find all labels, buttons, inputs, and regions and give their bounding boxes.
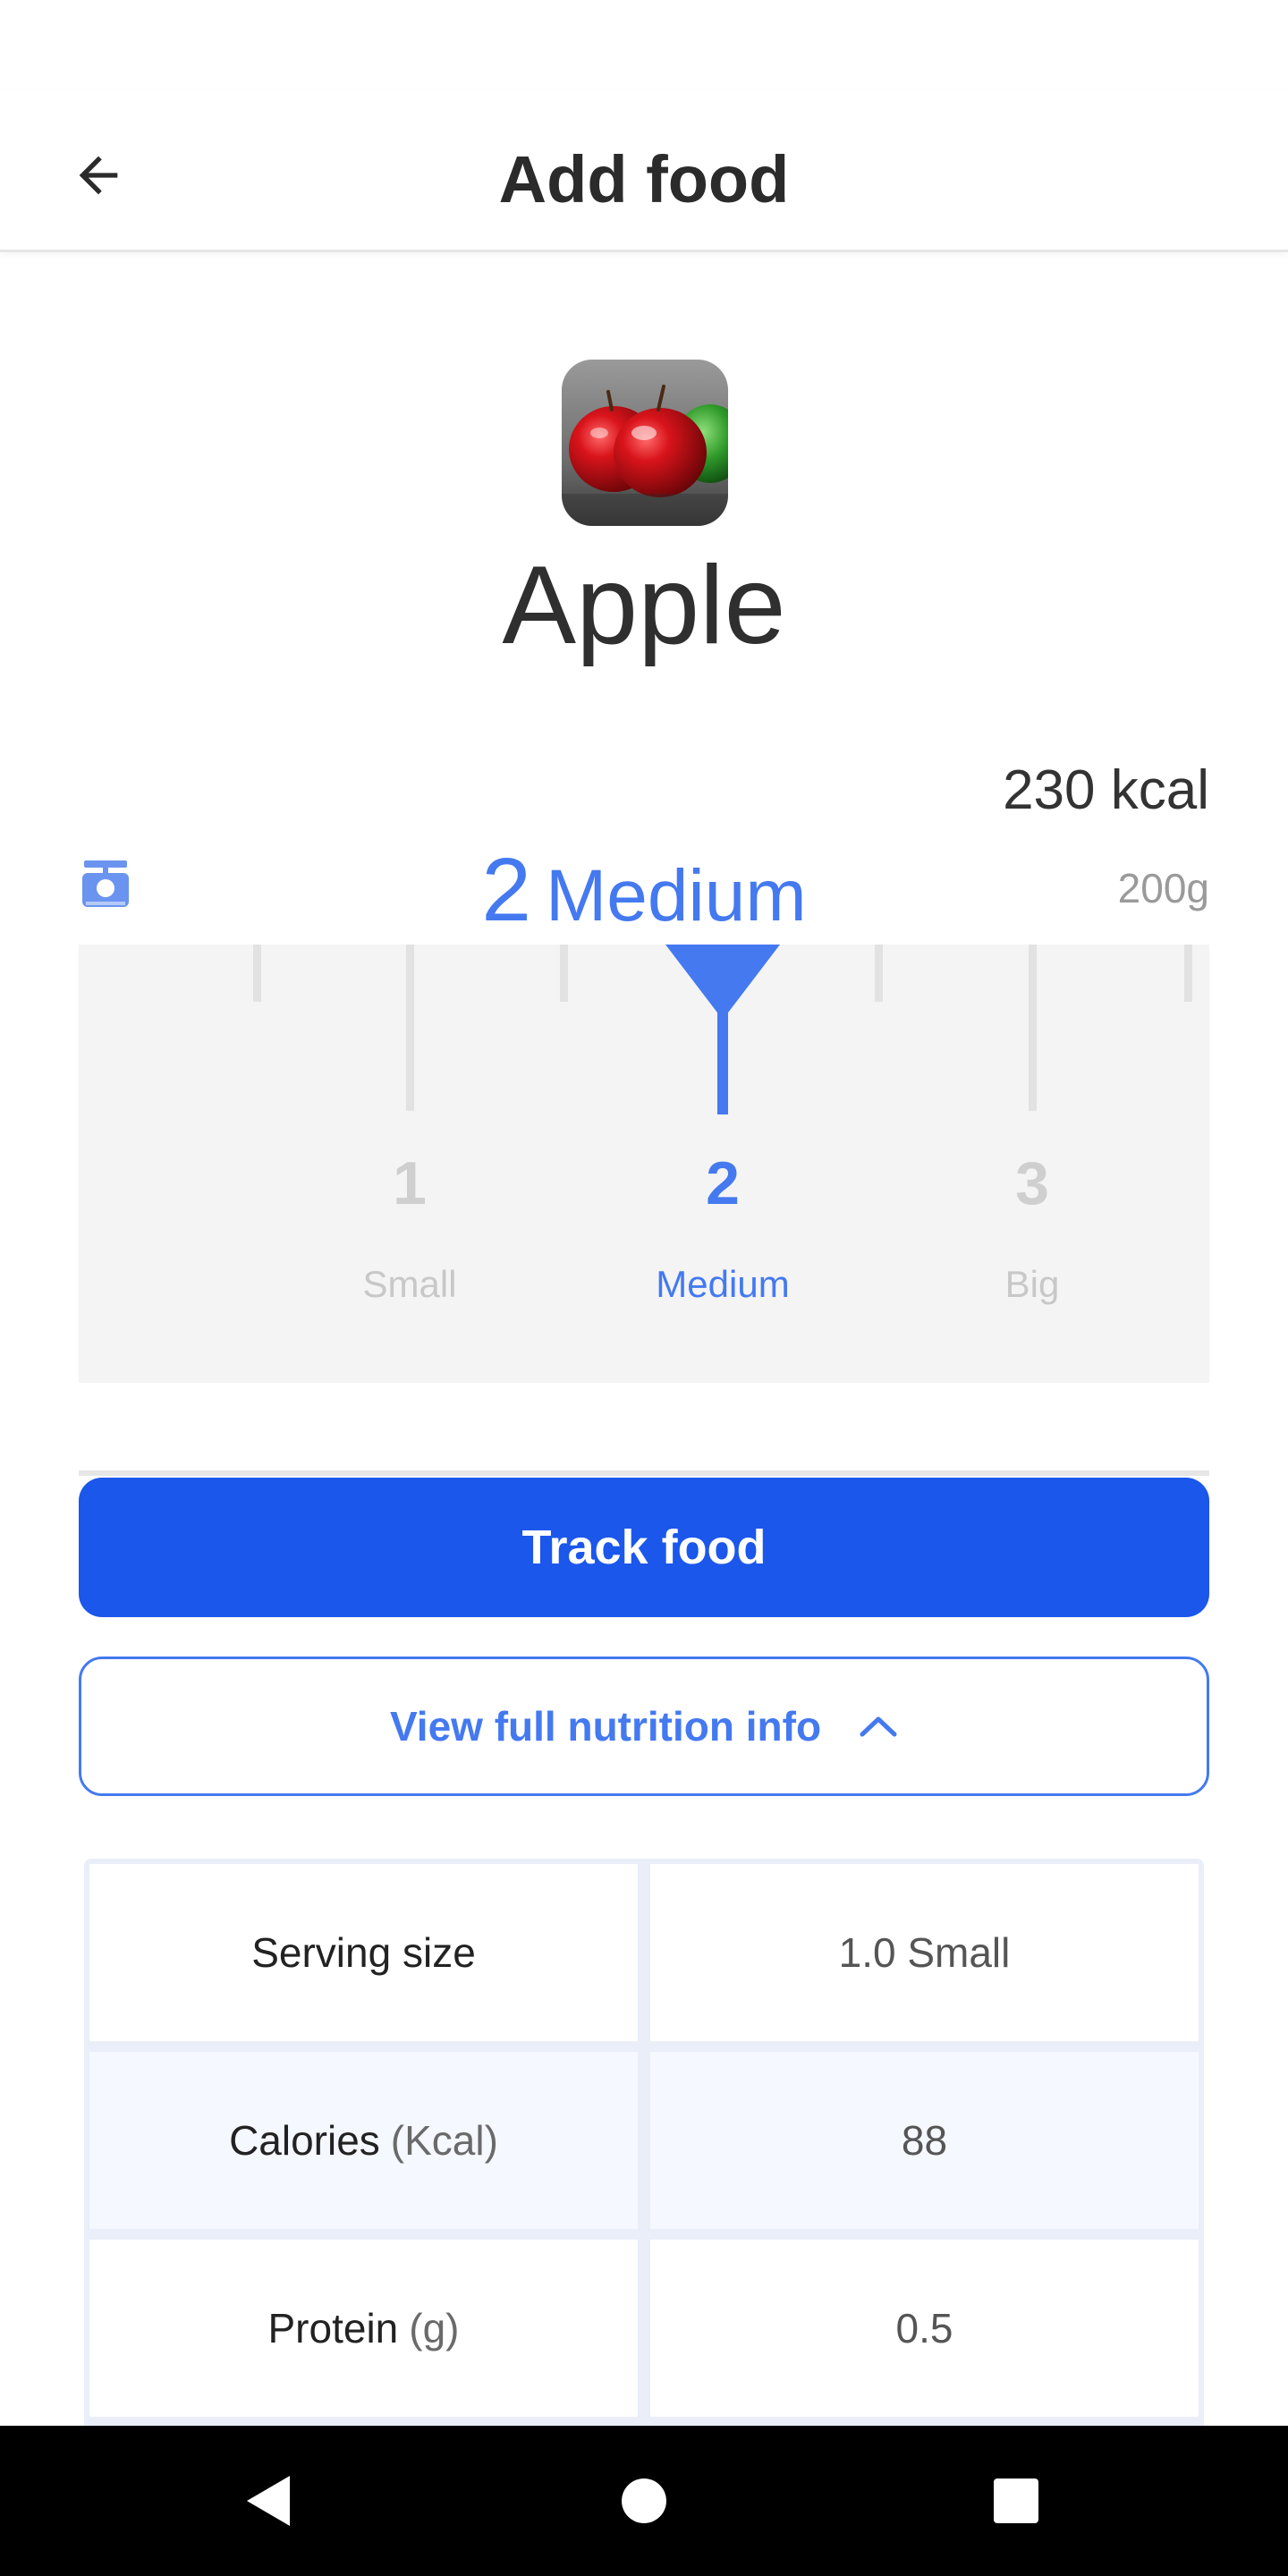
system-nav-bar: [0, 2426, 1288, 2576]
table-row: Serving size 1.0 Small: [89, 1864, 1199, 2041]
selected-portion: 2 Medium: [0, 839, 1288, 942]
status-bar: [0, 0, 1288, 89]
nutrient-value: 0.5: [895, 2305, 953, 2351]
nav-home-icon: [622, 2479, 666, 2523]
nutrient-value-cell: 1.0 Small: [650, 1864, 1199, 2041]
portion-ruler-slider[interactable]: 1 2 3 Small Medium Big: [79, 945, 1209, 1383]
ruler-option-number[interactable]: 1: [356, 1148, 463, 1218]
ruler-indicator[interactable]: [665, 945, 780, 1114]
nutrient-value-cell: 88: [650, 2052, 1199, 2229]
nutrient-name-cell: Protein (g): [89, 2240, 638, 2417]
view-nutrition-button[interactable]: View full nutrition info: [79, 1657, 1209, 1796]
nutrient-name-cell: Calories (Kcal): [89, 2052, 638, 2229]
ruler-option-label[interactable]: Small: [302, 1263, 517, 1306]
nutrient-name-cell: Serving size: [89, 1864, 638, 2041]
nav-recents-icon: [994, 2479, 1038, 2523]
nav-home-button[interactable]: [608, 2465, 680, 2537]
food-image: [562, 360, 728, 526]
divider: [79, 1470, 1209, 1476]
nutrient-name: Serving size: [251, 1929, 476, 1976]
food-name: Apple: [502, 544, 786, 667]
app-bar: Add food: [0, 89, 1288, 252]
nav-recents-button[interactable]: [980, 2465, 1052, 2537]
nav-back-button[interactable]: [233, 2465, 304, 2537]
table-row: Calories (Kcal) 88: [89, 2052, 1199, 2229]
ruler-option-number[interactable]: 2: [669, 1148, 776, 1218]
selected-portion-count: 2: [481, 840, 531, 940]
nutrition-table: Serving size 1.0 Small Calories (Kcal) 8…: [84, 1859, 1204, 2431]
ruler-tick: [875, 945, 883, 1002]
ruler-option-label[interactable]: Big: [925, 1263, 1140, 1306]
nutrient-value: 88: [901, 2117, 948, 2164]
ruler-option-label[interactable]: Medium: [615, 1263, 830, 1306]
nutrient-name: Calories: [229, 2117, 380, 2164]
track-food-button[interactable]: Track food: [79, 1478, 1209, 1617]
portion-weight: 200g: [1117, 865, 1209, 911]
selected-portion-label: Medium: [545, 855, 807, 936]
ruler-option-number[interactable]: 3: [979, 1148, 1086, 1218]
chevron-up-icon: [860, 1716, 897, 1737]
nutrient-unit: (g): [409, 2305, 460, 2351]
nutrient-name: Protein: [267, 2305, 399, 2351]
ruler-tick: [560, 945, 568, 1002]
nav-back-icon: [247, 2476, 290, 2526]
apple-photo: [562, 360, 728, 526]
page-title: Add food: [498, 142, 790, 216]
ruler-tick: [253, 945, 261, 1002]
nutrient-value-cell: 0.5: [650, 2240, 1199, 2417]
table-row: Protein (g) 0.5: [89, 2240, 1199, 2417]
ruler-tick: [1184, 945, 1192, 1002]
view-nutrition-label: View full nutrition info: [389, 1703, 822, 1750]
ruler-tick: [406, 945, 414, 1111]
ruler-tick: [1029, 945, 1037, 1111]
nutrient-unit: (Kcal): [390, 2117, 498, 2164]
calorie-total: 230 kcal: [1003, 759, 1209, 821]
nutrient-value: 1.0 Small: [838, 1929, 1011, 1976]
